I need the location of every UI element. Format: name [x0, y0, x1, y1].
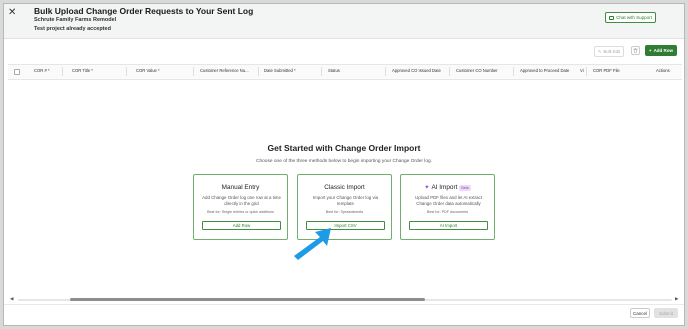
column-header: Actions: [656, 68, 670, 73]
manual-add-row-button[interactable]: Add Row: [202, 221, 281, 230]
trash-icon: [633, 48, 638, 53]
card-best-for: Best for: Spreadsheets: [325, 210, 364, 214]
table-header: COR # * COR Title * COR Value * Customer…: [8, 64, 682, 80]
column-header[interactable]: COR Value *: [136, 68, 160, 73]
chat-support-button[interactable]: Chat with Support: [605, 12, 656, 23]
chat-support-label: Chat with Support: [616, 15, 652, 20]
chat-icon: [609, 15, 615, 20]
column-header[interactable]: Customer CO Number: [456, 68, 498, 73]
horizontal-scrollbar[interactable]: ◀ ▶: [8, 296, 682, 303]
sparkle-icon: ✦: [424, 185, 430, 191]
manual-entry-card: Manual Entry Add Change Order log one ro…: [193, 174, 288, 240]
select-all-checkbox[interactable]: [14, 68, 20, 75]
column-divider: [513, 67, 514, 76]
delete-button[interactable]: [631, 46, 640, 55]
column-divider: [258, 67, 259, 76]
column-divider: [449, 67, 450, 76]
column-header[interactable]: Date Submitted *: [264, 68, 296, 73]
scroll-left-icon[interactable]: ◀: [10, 296, 13, 302]
column-divider: [321, 67, 322, 76]
column-header[interactable]: Customer Reference Nu...: [200, 68, 249, 73]
modal-window: ✕ Bulk Upload Change Order Requests to Y…: [3, 3, 685, 326]
scroll-right-icon[interactable]: ▶: [675, 296, 678, 302]
footer-divider: [4, 304, 684, 305]
column-header[interactable]: Approved CO Issued Date: [392, 68, 441, 73]
pointer-arrow: [294, 228, 331, 260]
modal-title: Bulk Upload Change Order Requests to You…: [34, 6, 254, 16]
edit-icon: ✎: [598, 49, 602, 54]
column-divider: [126, 67, 127, 76]
card-best-for: Best for: Single entries or quick additi…: [207, 210, 274, 214]
card-description: Import your Change Order log via templat…: [312, 195, 379, 206]
modal-header: ✕ Bulk Upload Change Order Requests to Y…: [4, 4, 684, 39]
column-divider: [385, 67, 386, 76]
card-description: Add Change Order log one row at a time d…: [202, 195, 281, 206]
column-header[interactable]: COR PDF File: [593, 68, 620, 73]
plus-icon: +: [648, 48, 652, 53]
column-header[interactable]: Vi: [580, 68, 584, 73]
card-title: Manual Entry: [221, 184, 260, 191]
column-header[interactable]: COR # *: [34, 68, 50, 73]
cancel-button[interactable]: Cancel: [630, 308, 650, 318]
project-status: Test project already accepted: [34, 26, 111, 32]
column-divider: [586, 67, 587, 76]
project-name: Schrute Family Farms Remodel: [34, 17, 117, 23]
column-header[interactable]: Approved to Proceed Date: [520, 68, 569, 73]
column-header[interactable]: Status: [328, 68, 340, 73]
ai-import-card: ✦ AI Import Beta Upload PDF files and le…: [400, 174, 495, 240]
add-row-label: Add Row: [653, 48, 674, 53]
column-divider: [62, 67, 63, 76]
add-row-button[interactable]: + Add Row: [645, 45, 677, 56]
card-title: Classic Import: [324, 184, 365, 191]
column-header[interactable]: COR Title *: [72, 68, 93, 73]
close-icon[interactable]: ✕: [8, 7, 16, 18]
bulk-edit-button[interactable]: ✎ Bulk Edit: [594, 46, 625, 57]
card-title: ✦ AI Import Beta: [401, 184, 494, 191]
card-best-for: Best for: PDF documents: [426, 210, 469, 214]
ai-import-button[interactable]: AI Import: [409, 221, 488, 230]
ai-import-title: AI Import: [431, 184, 458, 191]
beta-badge: Beta: [459, 184, 471, 191]
submit-button[interactable]: Submit: [654, 308, 678, 318]
empty-state-heading: Get Started with Change Order Import: [267, 143, 421, 153]
scroll-thumb[interactable]: [70, 298, 425, 301]
column-divider: [193, 67, 194, 76]
empty-state-description: Choose one of the three methods below to…: [256, 159, 432, 164]
card-description: Upload PDF files and let AI extract Chan…: [415, 195, 482, 206]
bulk-edit-label: Bulk Edit: [603, 49, 621, 54]
